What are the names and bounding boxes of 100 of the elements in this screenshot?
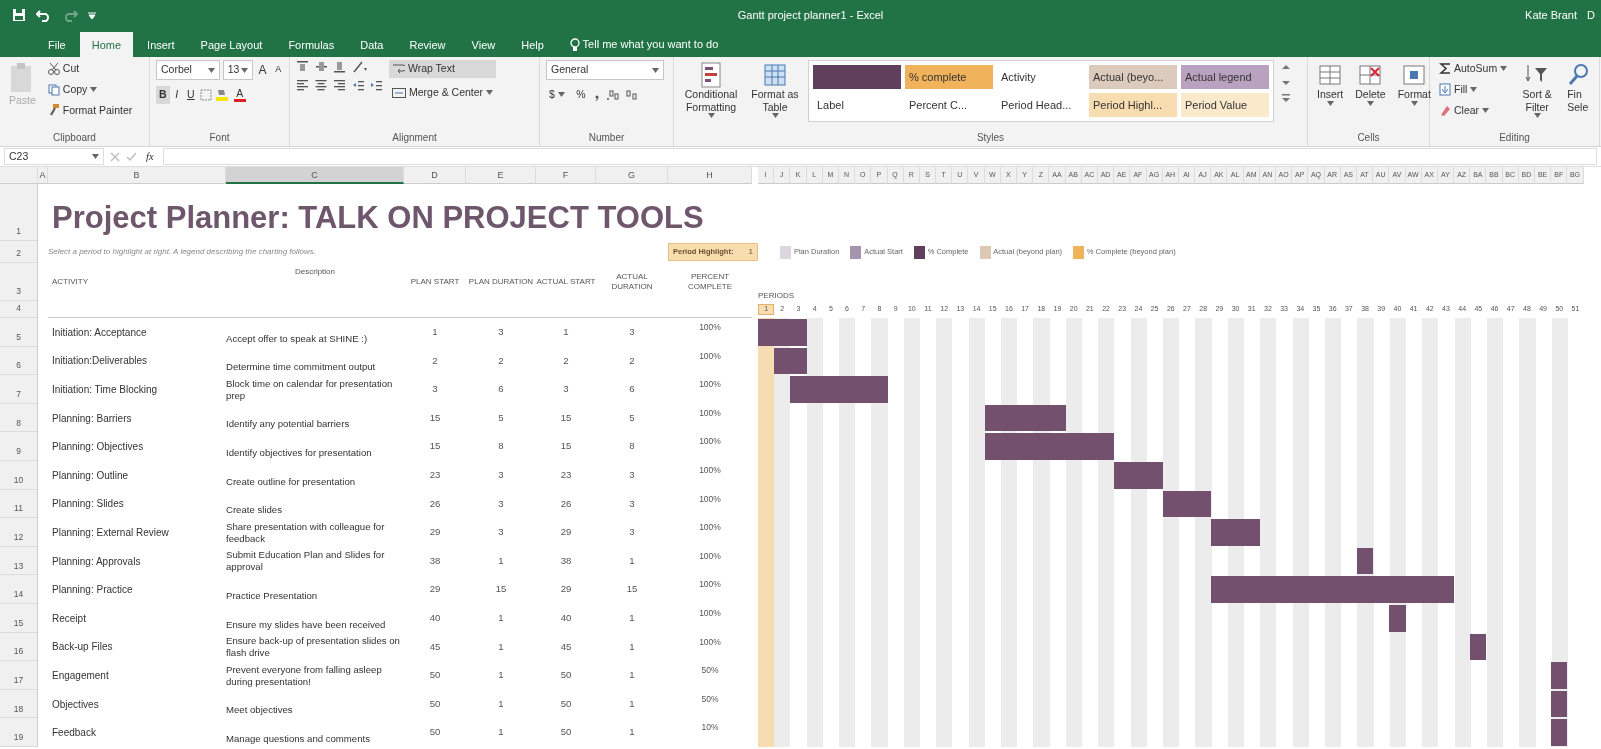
insert-function-button[interactable]: fx bbox=[143, 147, 157, 166]
underline-button[interactable]: U bbox=[184, 86, 198, 104]
column-header[interactable]: G bbox=[596, 167, 668, 184]
check-icon[interactable] bbox=[126, 151, 137, 162]
table-cell-text: 3 bbox=[431, 382, 439, 397]
format-as-table-button[interactable]: Format as Table bbox=[748, 60, 802, 121]
ribbon-tab[interactable]: Data bbox=[348, 32, 396, 57]
ribbon-tab[interactable]: Page Layout bbox=[188, 32, 275, 57]
ribbon-tab[interactable]: File bbox=[36, 32, 78, 57]
ribbon-tab[interactable]: Home bbox=[79, 32, 134, 57]
bold-button[interactable]: B bbox=[156, 86, 170, 104]
row-header[interactable]: 7 bbox=[0, 375, 38, 404]
font-family-dropdown[interactable]: Corbel bbox=[156, 60, 220, 80]
ribbon-tab[interactable]: View bbox=[459, 32, 508, 57]
column-header[interactable]: H bbox=[668, 167, 752, 184]
row-header[interactable]: 19 bbox=[0, 718, 38, 747]
conditional-formatting-icon bbox=[700, 62, 722, 88]
number-format-dropdown[interactable]: General bbox=[546, 60, 664, 80]
cells-button[interactable]: Insert bbox=[1314, 60, 1347, 108]
customize-icon[interactable] bbox=[88, 11, 96, 19]
tell-me-search[interactable]: Tell me what you want to do bbox=[557, 32, 731, 57]
column-header[interactable]: B bbox=[48, 167, 226, 184]
period-highlight-value[interactable]: 1 bbox=[748, 246, 753, 258]
row-header[interactable]: 14 bbox=[0, 575, 38, 604]
align-right-icon[interactable] bbox=[333, 79, 346, 92]
italic-button[interactable]: I bbox=[172, 86, 182, 104]
column-heading: ACTUAL DURATION bbox=[610, 272, 654, 292]
cells-button[interactable]: Delete bbox=[1352, 60, 1389, 108]
cut-button[interactable]: Cut bbox=[44, 60, 136, 78]
cell-style[interactable] bbox=[813, 65, 901, 89]
row-header[interactable]: 11 bbox=[0, 489, 38, 519]
row-header[interactable]: 17 bbox=[0, 661, 38, 690]
shrink-font-button[interactable]: A bbox=[272, 62, 285, 78]
font-color-button[interactable]: A bbox=[231, 88, 248, 102]
group-label: Clipboard bbox=[52, 131, 97, 145]
autosum-button[interactable]: AutoSum bbox=[1436, 60, 1511, 78]
save-icon[interactable] bbox=[12, 8, 26, 22]
table-cell-text: Initiation:Deliverables bbox=[51, 354, 149, 369]
find-select-button[interactable]: Fin Sele bbox=[1564, 60, 1593, 116]
undo-icon[interactable] bbox=[36, 8, 52, 22]
cells-button[interactable]: Format bbox=[1394, 60, 1434, 108]
row-header[interactable]: 12 bbox=[0, 518, 38, 547]
row-header[interactable]: 16 bbox=[0, 632, 38, 662]
grow-font-button[interactable]: A bbox=[255, 60, 270, 80]
cell-style[interactable]: Period Value bbox=[1181, 93, 1269, 117]
ribbon-tab[interactable]: Insert bbox=[135, 32, 187, 57]
merge-center-button[interactable]: Merge & Center bbox=[389, 83, 497, 102]
fill-button[interactable]: Fill bbox=[1436, 80, 1511, 99]
row-header[interactable]: 10 bbox=[0, 460, 38, 490]
row-header[interactable]: 1 bbox=[0, 184, 38, 241]
column-header[interactable]: D bbox=[404, 167, 466, 184]
cell-style[interactable]: Actual (beyo... bbox=[1089, 65, 1177, 89]
table-cell-text: 6 bbox=[497, 382, 505, 397]
row-header[interactable]: 3 bbox=[0, 263, 38, 301]
font-size-dropdown[interactable]: 13 bbox=[222, 60, 253, 80]
user-name[interactable]: Kate Brant bbox=[1525, 6, 1578, 24]
row-header[interactable]: 9 bbox=[0, 432, 38, 461]
middle-align-icon[interactable] bbox=[314, 60, 328, 73]
percent-button[interactable]: % bbox=[573, 86, 589, 104]
align-center-icon[interactable] bbox=[314, 79, 328, 92]
bottom-align-icon[interactable] bbox=[333, 60, 346, 73]
align-left-icon[interactable] bbox=[296, 79, 309, 92]
decrease-decimal-icon[interactable] bbox=[625, 88, 640, 101]
ribbon-tab[interactable]: Help bbox=[509, 32, 556, 57]
table-cell-text: 50 bbox=[559, 668, 573, 683]
fill-color-icon[interactable] bbox=[215, 88, 230, 102]
sort-filter-button[interactable]: Sort & Filter bbox=[1516, 60, 1559, 121]
top-align-icon[interactable] bbox=[296, 60, 309, 73]
increase-indent-icon[interactable] bbox=[370, 79, 383, 92]
ribbon-tab[interactable]: Formulas bbox=[276, 32, 347, 57]
row-header[interactable]: 15 bbox=[0, 603, 38, 633]
table-cell-text: Determine time commitment output bbox=[226, 361, 377, 375]
column-header[interactable]: E bbox=[466, 167, 536, 184]
format-painter-button[interactable]: Format Painter bbox=[44, 101, 136, 120]
formula-input[interactable] bbox=[162, 148, 1597, 165]
ribbon-tab[interactable]: Review bbox=[397, 32, 458, 57]
row-header[interactable]: 13 bbox=[0, 546, 38, 576]
row-header[interactable]: 18 bbox=[0, 689, 38, 719]
row-header[interactable]: 2 bbox=[0, 241, 38, 263]
currency-button[interactable]: $ bbox=[546, 86, 568, 104]
wrap-text-button[interactable]: Wrap Text bbox=[389, 60, 497, 78]
column-header[interactable]: F bbox=[536, 167, 596, 184]
orientation-icon[interactable] bbox=[351, 60, 368, 73]
row-header[interactable]: 8 bbox=[0, 403, 38, 433]
table-cell-text: 50 bbox=[559, 696, 573, 711]
sigma-icon bbox=[1439, 62, 1451, 76]
cell-style[interactable]: Actual legend bbox=[1181, 65, 1269, 89]
copy-button[interactable]: Copy bbox=[44, 80, 136, 99]
row-header[interactable]: 6 bbox=[0, 346, 38, 376]
row-header[interactable]: 5 bbox=[0, 318, 38, 347]
column-header[interactable]: C bbox=[226, 167, 404, 184]
increase-decimal-icon[interactable] bbox=[605, 88, 620, 101]
clear-button[interactable]: Clear bbox=[1436, 101, 1511, 120]
conditional-formatting-button[interactable]: Conditional Formatting bbox=[680, 60, 742, 121]
name-box[interactable]: C23 bbox=[4, 148, 104, 165]
fill-down-icon bbox=[1439, 83, 1451, 97]
decrease-indent-icon[interactable] bbox=[351, 79, 365, 92]
cell-style[interactable]: Period Highl... bbox=[1089, 93, 1177, 117]
cell-style[interactable]: % complete bbox=[905, 65, 993, 89]
row-header[interactable]: 4 bbox=[0, 301, 38, 318]
